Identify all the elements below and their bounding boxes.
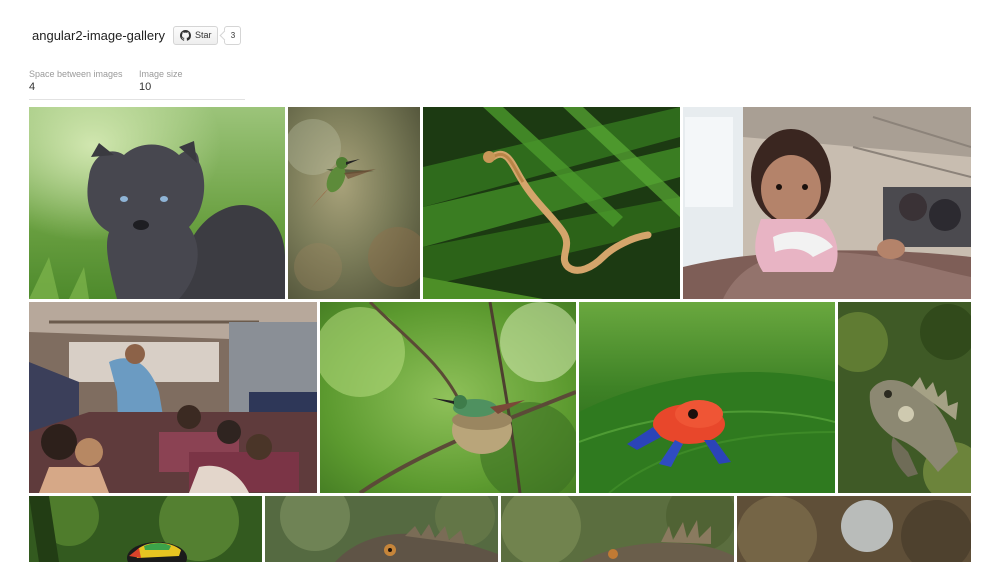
gallery-image-iguana-crest[interactable]: [501, 496, 734, 562]
star-count[interactable]: 3: [224, 25, 242, 45]
gallery-image-hummingbird-nest[interactable]: [320, 302, 576, 493]
gallery-image-iguana-close[interactable]: [265, 496, 498, 562]
spacing-label: Space between images: [29, 69, 123, 79]
gallery-image-toucan[interactable]: [29, 496, 262, 562]
image-size-input[interactable]: 10: [139, 80, 245, 95]
github-star-button[interactable]: Star: [172, 25, 219, 45]
spacing-input[interactable]: 4: [29, 80, 139, 95]
app-header: angular2-image-gallery Star 3: [32, 25, 242, 45]
gallery-image-hummingbird[interactable]: [288, 107, 420, 299]
star-label: Star: [194, 30, 212, 40]
app-title: angular2-image-gallery: [32, 27, 165, 43]
gallery-image-blurred-forest[interactable]: [737, 496, 971, 562]
image-size-field[interactable]: Image size 10: [139, 68, 245, 100]
gallery-image-red-frog[interactable]: [579, 302, 835, 493]
image-size-label: Image size: [139, 69, 183, 79]
gallery-image-iguana[interactable]: [838, 302, 971, 493]
gallery-image-eyelash-snake[interactable]: [423, 107, 680, 299]
gallery-image-bus-interior[interactable]: [29, 302, 317, 493]
gallery-image-arctic-fox[interactable]: [29, 107, 285, 299]
spacing-field[interactable]: Space between images 4: [29, 68, 139, 100]
github-octocat-icon: [179, 29, 191, 41]
gallery-controls: Space between images 4 Image size 10: [29, 68, 245, 100]
gallery-image-girl-on-bus[interactable]: [683, 107, 971, 299]
